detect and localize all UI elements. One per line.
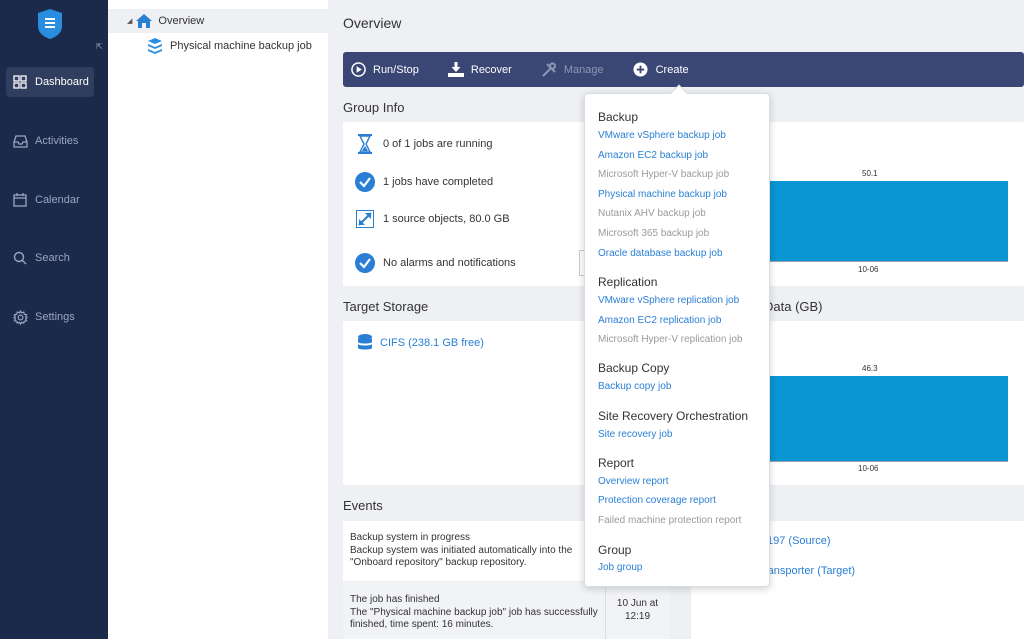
left-nav: ⇱ Dashboard Activities Calendar Search S… <box>0 0 108 639</box>
alarms-text: No alarms and notifications <box>383 257 516 269</box>
menu-item-vmware-backup[interactable]: VMware vSphere backup job <box>598 130 726 141</box>
tree-item-overview[interactable]: ◢ Overview <box>108 9 328 33</box>
database-icon <box>355 333 375 353</box>
menu-group-backup: Backup <box>598 110 639 124</box>
tools-icon <box>541 62 557 78</box>
menu-item-protection-coverage-report[interactable]: Protection coverage report <box>598 495 716 506</box>
menu-item-vmware-replication[interactable]: VMware vSphere replication job <box>598 295 739 306</box>
dashboard-icon <box>12 74 28 90</box>
event-body: Backup system was initiated automaticall… <box>350 544 573 569</box>
tree-label-overview: Overview <box>158 15 205 27</box>
menu-group-replication: Replication <box>598 275 658 289</box>
tree-item-physical-backup-job[interactable]: Physical machine backup job <box>148 38 312 54</box>
recover-label: Recover <box>470 63 512 76</box>
expand-arrows-icon <box>355 209 375 229</box>
menu-item-nutanix-backup[interactable]: Nutanix AHV backup job <box>598 208 706 219</box>
toolbar: Run/Stop Recover Manage Create <box>343 52 1024 87</box>
menu-group-group: Group <box>598 543 632 557</box>
menu-item-hyperv-backup[interactable]: Microsoft Hyper-V backup job <box>598 169 729 180</box>
check-circle-icon <box>355 253 375 273</box>
home-icon <box>136 14 153 28</box>
event-time: 10 Jun at 12:19 <box>616 598 659 622</box>
run-stop-button[interactable]: Run/Stop <box>350 62 419 78</box>
source-link[interactable]: 197 (Source) <box>767 535 831 547</box>
event-title: The job has finished <box>350 594 440 605</box>
events-title: Events <box>343 498 383 513</box>
nav-item-calendar[interactable]: Calendar <box>6 185 94 215</box>
chart-bottom-title: Data (GB) <box>764 299 823 314</box>
chart-bar <box>768 181 1008 261</box>
jobs-running-text: 0 of 1 jobs are running <box>383 138 493 150</box>
page-title: Overview <box>343 15 402 31</box>
collapse-nav-icon[interactable]: ⇱ <box>96 42 103 51</box>
menu-item-ec2-backup[interactable]: Amazon EC2 backup job <box>598 150 708 161</box>
calendar-icon <box>12 192 28 208</box>
nav-label-settings: Settings <box>35 311 75 323</box>
menu-item-overview-report[interactable]: Overview report <box>598 476 669 487</box>
jobs-completed-row: 1 jobs have completed <box>355 172 493 192</box>
menu-group-report: Report <box>598 456 635 470</box>
group-info-title: Group Info <box>343 100 405 115</box>
event-item[interactable]: Backup system in progress Backup system … <box>343 525 605 581</box>
menu-item-m365-backup[interactable]: Microsoft 365 backup job <box>598 228 709 239</box>
nav-label-search: Search <box>35 252 70 264</box>
hourglass-icon <box>355 134 375 154</box>
nav-label-calendar: Calendar <box>35 194 80 206</box>
download-tray-icon <box>447 62 464 78</box>
storage-item[interactable]: CIFS (238.1 GB free) <box>355 333 484 353</box>
event-body: The "Physical machine backup job" job ha… <box>350 606 598 631</box>
nav-item-search[interactable]: Search <box>6 243 94 273</box>
menu-item-failed-machine-report[interactable]: Failed machine protection report <box>598 515 741 526</box>
gear-icon <box>12 309 28 325</box>
chart-axis <box>768 461 1008 462</box>
nav-item-dashboard[interactable]: Dashboard <box>6 67 94 97</box>
chart-tick-label: 10-06 <box>858 464 879 473</box>
menu-item-job-group[interactable]: Job group <box>598 562 642 573</box>
source-objects-text: 1 source objects, 80.0 GB <box>383 213 510 225</box>
plus-circle-icon <box>633 62 649 78</box>
menu-item-hyperv-replication[interactable]: Microsoft Hyper-V replication job <box>598 334 743 345</box>
chart-axis <box>768 261 1008 262</box>
nav-label-dashboard: Dashboard <box>35 76 89 88</box>
menu-item-backup-copy[interactable]: Backup copy job <box>598 381 671 392</box>
create-dropdown-menu: Backup VMware vSphere backup job Amazon … <box>584 84 770 587</box>
create-button[interactable]: Create <box>633 62 689 78</box>
menu-item-site-recovery[interactable]: Site recovery job <box>598 429 672 440</box>
search-icon <box>12 250 28 266</box>
nav-label-activities: Activities <box>35 135 79 147</box>
target-link[interactable]: ransporter (Target) <box>764 565 855 577</box>
nav-item-settings[interactable]: Settings <box>6 302 94 332</box>
menu-item-ec2-replication[interactable]: Amazon EC2 replication job <box>598 315 721 326</box>
bar-value-label: 50.1 <box>862 169 878 178</box>
inbox-icon <box>12 133 28 149</box>
jobs-completed-text: 1 jobs have completed <box>383 176 494 188</box>
chart-tick-label: 10-06 <box>858 265 879 274</box>
recover-button[interactable]: Recover <box>447 62 512 78</box>
job-stack-icon <box>148 38 162 54</box>
check-circle-icon <box>355 172 375 192</box>
jobs-running-row: 0 of 1 jobs are running <box>355 134 492 154</box>
inventory-tree: ◢ Overview Physical machine backup job <box>108 0 328 639</box>
storage-link[interactable]: CIFS (238.1 GB free) <box>380 337 484 349</box>
play-circle-icon <box>350 62 366 78</box>
tree-label-physical-backup-job: Physical machine backup job <box>170 40 312 52</box>
source-objects-row: 1 source objects, 80.0 GB <box>355 209 510 229</box>
event-title: Backup system in progress <box>350 532 471 543</box>
create-label: Create <box>655 63 689 76</box>
target-storage-title: Target Storage <box>343 299 429 314</box>
menu-item-oracle-backup[interactable]: Oracle database backup job <box>598 248 723 259</box>
bar-value-label: 46.3 <box>862 364 878 373</box>
chart-bar <box>768 376 1008 461</box>
menu-group-backup-copy: Backup Copy <box>598 361 670 375</box>
alarms-row: No alarms and notifications <box>355 253 516 273</box>
run-stop-label: Run/Stop <box>373 63 419 76</box>
manage-label: Manage <box>563 63 604 76</box>
nav-item-activities[interactable]: Activities <box>6 126 94 156</box>
menu-group-site-recovery: Site Recovery Orchestration <box>598 409 749 423</box>
tree-expand-icon[interactable]: ◢ <box>127 17 132 25</box>
manage-button[interactable]: Manage <box>541 62 604 78</box>
menu-item-physical-backup[interactable]: Physical machine backup job <box>598 189 727 200</box>
app-logo-icon[interactable] <box>38 9 62 39</box>
event-item[interactable]: The job has finished The "Physical machi… <box>343 587 605 639</box>
